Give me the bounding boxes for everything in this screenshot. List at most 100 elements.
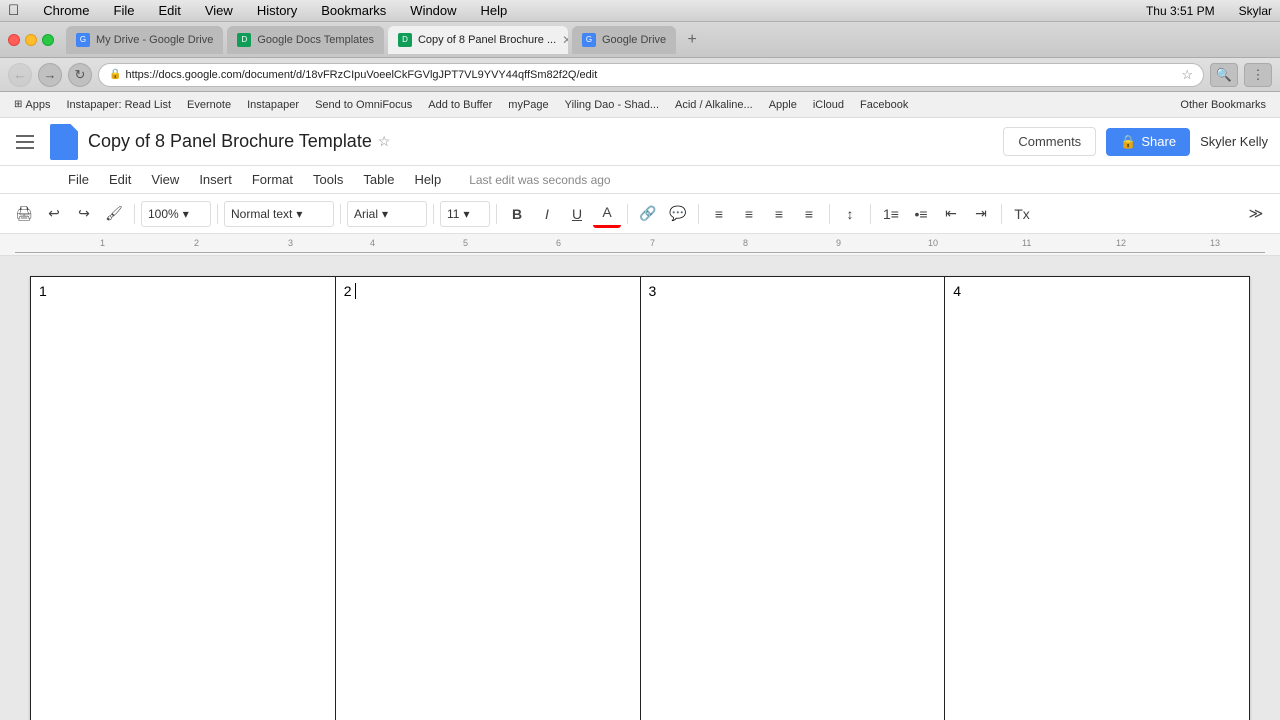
bookmark-star-icon[interactable]: ☆: [1181, 67, 1193, 83]
share-button[interactable]: 🔒 Share: [1106, 128, 1190, 156]
zoom-button[interactable]: 🔍: [1210, 63, 1238, 87]
tab-4[interactable]: G Google Drive: [572, 26, 676, 54]
docs-file-menu[interactable]: File: [60, 170, 97, 189]
bookmark-evernote[interactable]: Evernote: [181, 97, 237, 113]
view-menu[interactable]: View: [201, 3, 237, 18]
docs-table-menu[interactable]: Table: [355, 170, 402, 189]
bookmark-apps[interactable]: ⊞ Apps: [8, 97, 56, 113]
align-left-button[interactable]: ≡: [705, 200, 733, 228]
tab-1[interactable]: G My Drive - Google Drive: [66, 26, 223, 54]
minimize-window-button[interactable]: [25, 34, 37, 46]
justify-button[interactable]: ≡: [795, 200, 823, 228]
doc-star-icon[interactable]: ☆: [378, 133, 391, 150]
docs-edit-menu[interactable]: Edit: [101, 170, 139, 189]
docs-menubar: File Edit View Insert Format Tools Table…: [0, 166, 1280, 194]
help-menu[interactable]: Help: [477, 3, 512, 18]
mac-menubar:  Chrome File Edit View History Bookmark…: [0, 0, 1280, 22]
doc-title: Copy of 8 Panel Brochure Template ☆: [88, 131, 390, 152]
history-menu[interactable]: History: [253, 3, 301, 18]
print-button[interactable]: 🖨: [10, 200, 38, 228]
panel-2-number: 2: [344, 283, 352, 299]
decrease-indent-button[interactable]: ⇤: [937, 200, 965, 228]
tab-3[interactable]: D Copy of 8 Panel Brochure ... ✕: [388, 26, 568, 54]
bookmarks-menu[interactable]: Bookmarks: [317, 3, 390, 18]
underline-button[interactable]: U: [563, 200, 591, 228]
forward-button[interactable]: →: [38, 63, 62, 87]
panel-4-number: 4: [953, 283, 961, 299]
bookmark-apple[interactable]: Apple: [763, 97, 803, 113]
expand-toolbar-button[interactable]: ≫: [1242, 200, 1270, 228]
undo-button[interactable]: ↩: [40, 200, 68, 228]
doc-title-text[interactable]: Copy of 8 Panel Brochure Template: [88, 131, 372, 152]
docs-format-menu[interactable]: Format: [244, 170, 301, 189]
bookmark-mypage[interactable]: myPage: [502, 97, 554, 113]
bookmark-yiling[interactable]: Yiling Dao - Shad...: [559, 97, 665, 113]
paragraph-style-select[interactable]: Normal text ▾: [224, 201, 334, 227]
docs-logo-fold: [70, 124, 78, 132]
bookmark-instapaper[interactable]: Instapaper: Read List: [60, 97, 177, 113]
paint-format-button[interactable]: 🖌: [100, 200, 128, 228]
docs-menu-icon[interactable]: [12, 128, 40, 156]
bookmark-other[interactable]: Other Bookmarks: [1174, 97, 1272, 113]
font-select[interactable]: Arial ▾: [347, 201, 427, 227]
doc-title-area: Copy of 8 Panel Brochure Template ☆: [88, 131, 390, 152]
redo-button[interactable]: ↪: [70, 200, 98, 228]
panel-3[interactable]: 3: [640, 277, 945, 720]
zoom-value: 100%: [148, 207, 179, 221]
new-tab-button[interactable]: +: [680, 28, 704, 52]
docs-tools-menu[interactable]: Tools: [305, 170, 351, 189]
tab-3-close[interactable]: ✕: [562, 33, 568, 47]
ruler: 1 2 3 4 5 6 7 8 9 10 11 12 13: [0, 234, 1280, 256]
share-lock-icon: 🔒: [1120, 134, 1136, 150]
docs-help-menu[interactable]: Help: [406, 170, 449, 189]
bookmark-buffer[interactable]: Add to Buffer: [422, 97, 498, 113]
address-bar[interactable]: 🔒 https://docs.google.com/document/d/18v…: [98, 63, 1204, 87]
doc-area[interactable]: 1 2 3 4: [0, 256, 1280, 720]
bookmark-mypage-label: myPage: [508, 99, 548, 111]
docs-view-menu[interactable]: View: [143, 170, 187, 189]
panel-2[interactable]: 2: [335, 277, 640, 720]
zoom-select[interactable]: 100% ▾: [141, 201, 211, 227]
line-spacing-button[interactable]: ↕: [836, 200, 864, 228]
close-window-button[interactable]: [8, 34, 20, 46]
panel-table: 1 2 3 4: [30, 276, 1250, 720]
numbered-list-button[interactable]: 1≡: [877, 200, 905, 228]
align-right-button[interactable]: ≡: [765, 200, 793, 228]
comment-button[interactable]: 💬: [664, 200, 692, 228]
bookmark-omnifocus[interactable]: Send to OmniFocus: [309, 97, 418, 113]
extensions-button[interactable]: ⋮: [1244, 63, 1272, 87]
align-center-button[interactable]: ≡: [735, 200, 763, 228]
text-color-button[interactable]: A: [593, 200, 621, 228]
file-menu[interactable]: File: [110, 3, 139, 18]
chrome-menu[interactable]: Chrome: [39, 3, 93, 18]
apple-menu[interactable]: : [8, 2, 19, 19]
link-button[interactable]: 🔗: [634, 200, 662, 228]
tab-3-favicon: D: [398, 33, 412, 47]
font-size-select[interactable]: 11 ▾: [440, 201, 490, 227]
bookmark-facebook[interactable]: Facebook: [854, 97, 914, 113]
edit-menu[interactable]: Edit: [154, 3, 184, 18]
italic-button[interactable]: I: [533, 200, 561, 228]
font-value: Arial: [354, 207, 378, 221]
docs-insert-menu[interactable]: Insert: [191, 170, 240, 189]
maximize-window-button[interactable]: [42, 34, 54, 46]
bulleted-list-button[interactable]: •≡: [907, 200, 935, 228]
back-button[interactable]: ←: [8, 63, 32, 87]
increase-indent-button[interactable]: ⇥: [967, 200, 995, 228]
bold-button[interactable]: B: [503, 200, 531, 228]
comments-button[interactable]: Comments: [1003, 127, 1096, 156]
menu-line-1: [16, 135, 34, 137]
panel-4[interactable]: 4: [945, 277, 1250, 720]
user-account[interactable]: Skyler Kelly: [1200, 134, 1268, 149]
bookmark-acid[interactable]: Acid / Alkaline...: [669, 97, 759, 113]
tab-2[interactable]: D Google Docs Templates: [227, 26, 384, 54]
panel-1[interactable]: 1: [31, 277, 336, 720]
refresh-button[interactable]: ↻: [68, 63, 92, 87]
svg-text:5: 5: [463, 238, 468, 248]
window-menu[interactable]: Window: [406, 3, 460, 18]
bookmark-instapaper2[interactable]: Instapaper: [241, 97, 305, 113]
clear-formatting-button[interactable]: Tx: [1008, 200, 1036, 228]
traffic-lights: [8, 34, 54, 46]
bookmark-icloud[interactable]: iCloud: [807, 97, 850, 113]
docs-logo: [50, 124, 78, 160]
